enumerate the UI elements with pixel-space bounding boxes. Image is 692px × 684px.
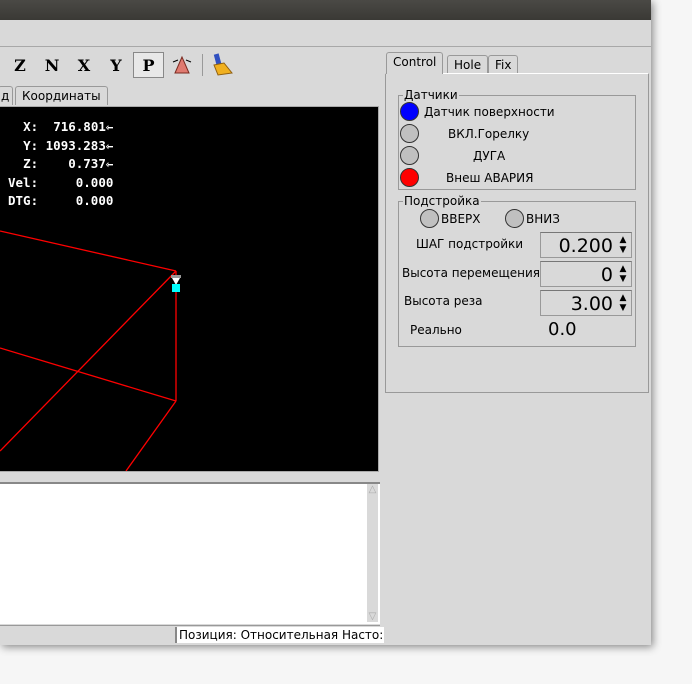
dro-z: Z: 0.737⇽ [23,156,114,171]
tab-hole[interactable]: Hole [447,55,489,74]
dro-y: Y: 1093.283⇽ [23,137,114,153]
up-label: ВВЕРХ [441,212,481,226]
tab-preview[interactable]: д [0,86,13,105]
toolpath-edge [0,270,177,452]
travel-height-spinbox[interactable]: 0 ▲ ▼ [540,261,632,287]
toolpath-edge [0,230,177,272]
gcode-text-area[interactable]: △ ▽ [0,482,380,624]
spin-arrows-icon[interactable]: ▲ ▼ [616,235,630,255]
scroll-up-icon[interactable]: △ [367,484,378,495]
adjust-title: Подстройка [404,194,480,208]
dro-vel: Vel: 0.000 [8,174,114,190]
clear-plot-icon [213,53,233,76]
dro-x: X: 716.801⇽ [23,119,114,134]
dro-readout: X: 716.801⇽ Y: 1093.283⇽ Z: 0.737⇽ Vel: … [8,118,113,211]
actual-label: Реально [410,323,462,337]
scroll-down-icon[interactable]: ▽ [367,611,378,622]
down-label: ВНИЗ [526,212,560,226]
arc-led [400,146,419,165]
title-bar [0,0,651,20]
view-p-button[interactable]: P [133,52,164,78]
view-z2-button[interactable]: N [39,52,65,78]
status-bar: Позиция: Относительная Насто: [0,625,384,644]
dro-dtg: DTG: 0.000 [8,193,114,208]
torch-on-led [400,124,419,143]
axis-window: Z N X Y P д Координаты X: 716.801⇽ Y: 10… [0,0,651,645]
toolpath-edge [0,347,177,402]
step-label: ШАГ подстройки [416,237,524,251]
toolpath-edge [125,400,177,471]
travel-height-label: Высота перемещения [402,266,541,280]
preview-canvas[interactable]: X: 716.801⇽ Y: 1093.283⇽ Z: 0.737⇽ Vel: … [0,106,379,472]
tool-cone-icon [171,275,181,292]
estop-label: Внеш АВАРИЯ [446,171,534,185]
menu-bar [0,20,651,47]
sensors-title: Датчики [404,88,458,102]
view-z-button[interactable]: Z [7,52,33,78]
clear-plot-button[interactable] [209,52,235,78]
actual-value: 0.0 [548,319,577,340]
spin-arrows-icon[interactable]: ▲ ▼ [616,293,630,313]
control-panel: Датчики Датчик поверхности ВКЛ.Горелку Д… [385,73,649,393]
tab-fix[interactable]: Fix [488,55,519,74]
estop-led [400,168,419,187]
vertical-scrollbar[interactable]: △ ▽ [367,484,378,622]
view-y-button[interactable]: Y [103,52,129,78]
position-status: Позиция: Относительная Насто: [175,627,384,643]
rotate-view-button[interactable] [169,52,195,78]
step-spinbox[interactable]: 0.200 ▲ ▼ [540,232,632,258]
tab-coordinates[interactable]: Координаты [15,86,108,105]
cut-height-label: Высота реза [404,294,483,308]
torch-on-label: ВКЛ.Горелку [448,127,530,141]
rotate-view-icon [172,55,192,74]
surface-sensor-led [400,102,419,121]
surface-sensor-label: Датчик поверхности [424,105,555,119]
up-led [420,209,439,228]
view-x-button[interactable]: X [71,52,97,78]
cut-height-spinbox[interactable]: 3.00 ▲ ▼ [540,290,632,316]
spin-arrows-icon[interactable]: ▲ ▼ [616,264,630,284]
arc-label: ДУГА [473,149,506,163]
toolbar-separator [202,54,203,76]
tab-control[interactable]: Control [386,52,444,74]
down-led [505,209,524,228]
